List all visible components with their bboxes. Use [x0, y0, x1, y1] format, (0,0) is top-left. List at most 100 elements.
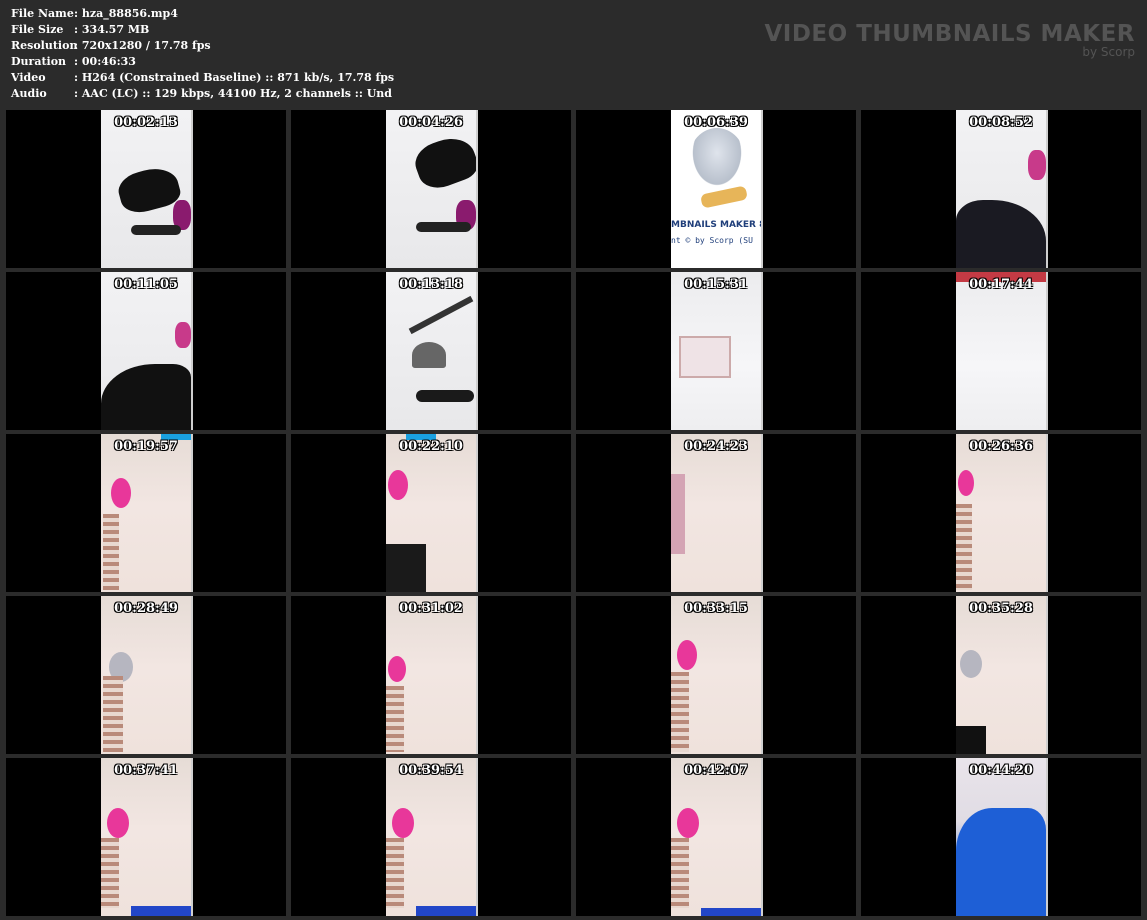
- frame-shape: [386, 686, 404, 752]
- video-frame: [386, 110, 478, 268]
- frame-shape: [388, 470, 408, 500]
- frame-shape: [101, 838, 119, 908]
- timestamp: 00:24:23: [684, 439, 748, 454]
- frame-shape: [677, 808, 699, 838]
- video-frame: [956, 434, 1048, 592]
- frame-shape: [408, 295, 474, 335]
- info-label: Duration: [11, 55, 67, 68]
- thumbnail-cell[interactable]: 00:33:15: [576, 596, 856, 754]
- frame-shape: [416, 222, 471, 232]
- timestamp: 00:35:28: [969, 601, 1033, 616]
- video-frame: [386, 596, 478, 754]
- frame-shape: [677, 640, 697, 670]
- frame-shape: [956, 200, 1046, 268]
- logo-subtext: nt © by Scorp (SU: [671, 236, 753, 245]
- info-row-file-size: File Size : 334.57 MB: [11, 22, 394, 38]
- frame-shape: [956, 808, 1046, 916]
- thumbnail-cell[interactable]: 00:44:20: [861, 758, 1141, 916]
- video-frame: [671, 758, 763, 916]
- timestamp: 00:13:18: [399, 277, 463, 292]
- thumbnail-cell[interactable]: 00:37:41: [6, 758, 286, 916]
- info-value: : hza_88856.mp4: [74, 7, 178, 20]
- timestamp: 00:33:15: [684, 601, 748, 616]
- timestamp: 00:26:36: [969, 439, 1033, 454]
- info-row-duration: Duration : 00:46:33: [11, 54, 394, 70]
- frame-shape: [392, 808, 414, 838]
- info-label: File Name: [11, 7, 74, 20]
- thumbnail-cell[interactable]: 00:24:23: [576, 434, 856, 592]
- thumbnail-cell[interactable]: 00:17:44: [861, 272, 1141, 430]
- brand-watermark: VIDEO THUMBNAILS MAKER by Scorp: [764, 20, 1135, 58]
- thumbnail-cell[interactable]: 00:04:26: [291, 110, 571, 268]
- frame-shape: [103, 676, 123, 752]
- frame-shape: [1028, 150, 1046, 180]
- video-frame: [386, 758, 478, 916]
- video-frame: [956, 758, 1048, 916]
- info-value: : H264 (Constrained Baseline) :: 871 kb/…: [74, 71, 395, 84]
- info-row-video: Video : H264 (Constrained Baseline) :: 8…: [11, 70, 394, 86]
- timestamp: 00:39:54: [399, 763, 463, 778]
- frame-shape: [416, 390, 474, 402]
- thumbnail-cell[interactable]: 00:15:31: [576, 272, 856, 430]
- header: File Name : hza_88856.mp4 File Size : 33…: [0, 0, 1147, 108]
- thumbnail-cell[interactable]: 00:35:28: [861, 596, 1141, 754]
- timestamp: 00:15:31: [684, 277, 748, 292]
- video-frame: [956, 596, 1048, 754]
- thumbnail-cell[interactable]: 00:26:36: [861, 434, 1141, 592]
- video-frame: [386, 272, 478, 430]
- frame-shape: [103, 514, 119, 590]
- thumbnail-cell[interactable]: 00:19:57: [6, 434, 286, 592]
- timestamp: 00:19:57: [114, 439, 178, 454]
- owl-logo-icon: [689, 128, 745, 190]
- timestamp: 00:06:39: [684, 115, 748, 130]
- frame-shape: [956, 504, 972, 590]
- frame-shape: [101, 364, 191, 430]
- thumbnail-cell[interactable]: 00:13:18: [291, 272, 571, 430]
- timestamp: 00:04:26: [399, 115, 463, 130]
- info-label: Resolution: [11, 39, 78, 52]
- video-frame: MBNAILS MAKER 8 nt © by Scorp (SU: [671, 110, 763, 268]
- timestamp: 00:44:20: [969, 763, 1033, 778]
- timestamp: 00:28:49: [114, 601, 178, 616]
- video-frame: [101, 758, 193, 916]
- frame-shape: [386, 544, 426, 592]
- thumbnail-grid: 00:02:13 00:04:26 MBNAILS MAKER 8 nt © b…: [6, 108, 1141, 918]
- thumbnail-cell[interactable]: 00:31:02: [291, 596, 571, 754]
- thumbnail-cell[interactable]: 00:02:13: [6, 110, 286, 268]
- video-frame: [671, 272, 763, 430]
- video-frame: [101, 110, 193, 268]
- info-label: Video: [11, 71, 46, 84]
- frame-shape: [956, 726, 986, 754]
- video-frame: [671, 596, 763, 754]
- info-label: File Size: [11, 23, 64, 36]
- thumbnail-cell[interactable]: 00:39:54: [291, 758, 571, 916]
- thumbnail-cell[interactable]: 00:28:49: [6, 596, 286, 754]
- logo-text: MBNAILS MAKER 8: [671, 220, 763, 230]
- info-row-resolution: Resolution : 720x1280 / 17.78 fps: [11, 38, 394, 54]
- info-value: : 00:46:33: [74, 55, 136, 68]
- timestamp: 00:42:07: [684, 763, 748, 778]
- thumbnail-cell[interactable]: MBNAILS MAKER 8 nt © by Scorp (SU 00:06:…: [576, 110, 856, 268]
- timestamp: 00:37:41: [114, 763, 178, 778]
- info-row-audio: Audio : AAC (LC) :: 129 kbps, 44100 Hz, …: [11, 86, 394, 102]
- timestamp: 00:08:52: [969, 115, 1033, 130]
- info-row-file-name: File Name : hza_88856.mp4: [11, 6, 394, 22]
- thumbnail-cell[interactable]: 00:42:07: [576, 758, 856, 916]
- thumbnail-cell[interactable]: 00:11:05: [6, 272, 286, 430]
- info-value: : AAC (LC) :: 129 kbps, 44100 Hz, 2 chan…: [74, 87, 393, 100]
- frame-shape: [960, 650, 982, 678]
- thumbnail-cell[interactable]: 00:22:10: [291, 434, 571, 592]
- frame-shape: [679, 336, 731, 378]
- video-frame: [101, 272, 193, 430]
- video-frame: [101, 596, 193, 754]
- frame-shape: [671, 672, 689, 752]
- video-frame: [956, 272, 1048, 430]
- thumbnail-cell[interactable]: 00:08:52: [861, 110, 1141, 268]
- frame-shape: [175, 322, 191, 348]
- video-frame: [386, 434, 478, 592]
- frame-shape: [701, 908, 761, 916]
- timestamp: 00:17:44: [969, 277, 1033, 292]
- frame-shape: [671, 474, 685, 554]
- frame-shape: [412, 342, 446, 368]
- frame-shape: [131, 225, 181, 235]
